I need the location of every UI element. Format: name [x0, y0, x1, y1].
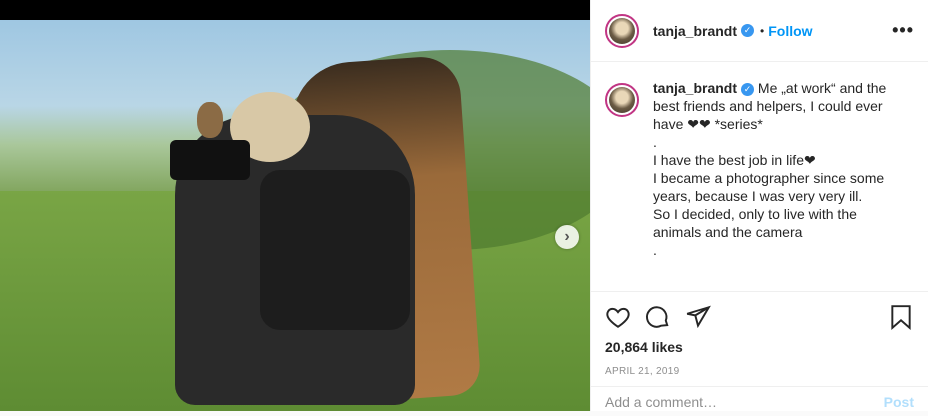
verified-badge-icon: ✓ — [741, 82, 755, 96]
caption-line: I became a photographer since some years… — [653, 170, 889, 204]
heart-icon[interactable] — [605, 304, 631, 330]
comment-icon[interactable] — [645, 304, 671, 330]
comment-bar: Add a comment… Post — [591, 386, 928, 416]
bookmark-icon[interactable] — [888, 304, 914, 330]
post-photo[interactable]: › — [0, 20, 590, 411]
more-options-icon[interactable]: ••• — [892, 20, 914, 41]
next-arrow-icon[interactable]: › — [555, 225, 579, 249]
avatar[interactable] — [605, 13, 639, 48]
photo-owl — [197, 102, 223, 138]
post-actions: 20,864 likes APRIL 21, 2019 — [591, 291, 928, 377]
caption-line: . — [653, 134, 657, 150]
follow-button[interactable]: Follow — [768, 23, 812, 39]
caption-line: So I decided, only to live with the anim… — [653, 206, 861, 240]
photo-camera — [170, 140, 250, 180]
action-icons — [605, 300, 914, 334]
comment-input[interactable]: Add a comment… — [605, 394, 717, 410]
caption-line: I have the best job in life❤ — [653, 152, 816, 168]
post-date[interactable]: APRIL 21, 2019 — [605, 366, 914, 377]
post-sidebar: tanja_brandt ✓ • Follow ••• tanja_brandt… — [590, 0, 928, 411]
caption-line: . — [653, 242, 657, 258]
caption: tanja_brandt ✓ Me „at work“ and the best … — [591, 63, 928, 291]
caption-username[interactable]: tanja_brandt — [653, 80, 737, 96]
post-header: tanja_brandt ✓ • Follow ••• — [591, 0, 928, 62]
likes-count[interactable]: 20,864 likes — [605, 339, 914, 355]
verified-badge-icon: ✓ — [741, 24, 755, 37]
caption-avatar[interactable] — [605, 83, 639, 117]
header-separator: • — [760, 23, 765, 38]
photo-backpack — [260, 170, 410, 330]
caption-text: tanja_brandt ✓ Me „at work“ and the best … — [653, 79, 903, 291]
post-comment-button[interactable]: Post — [884, 394, 914, 410]
header-username[interactable]: tanja_brandt — [653, 23, 737, 39]
share-icon[interactable] — [685, 304, 711, 330]
